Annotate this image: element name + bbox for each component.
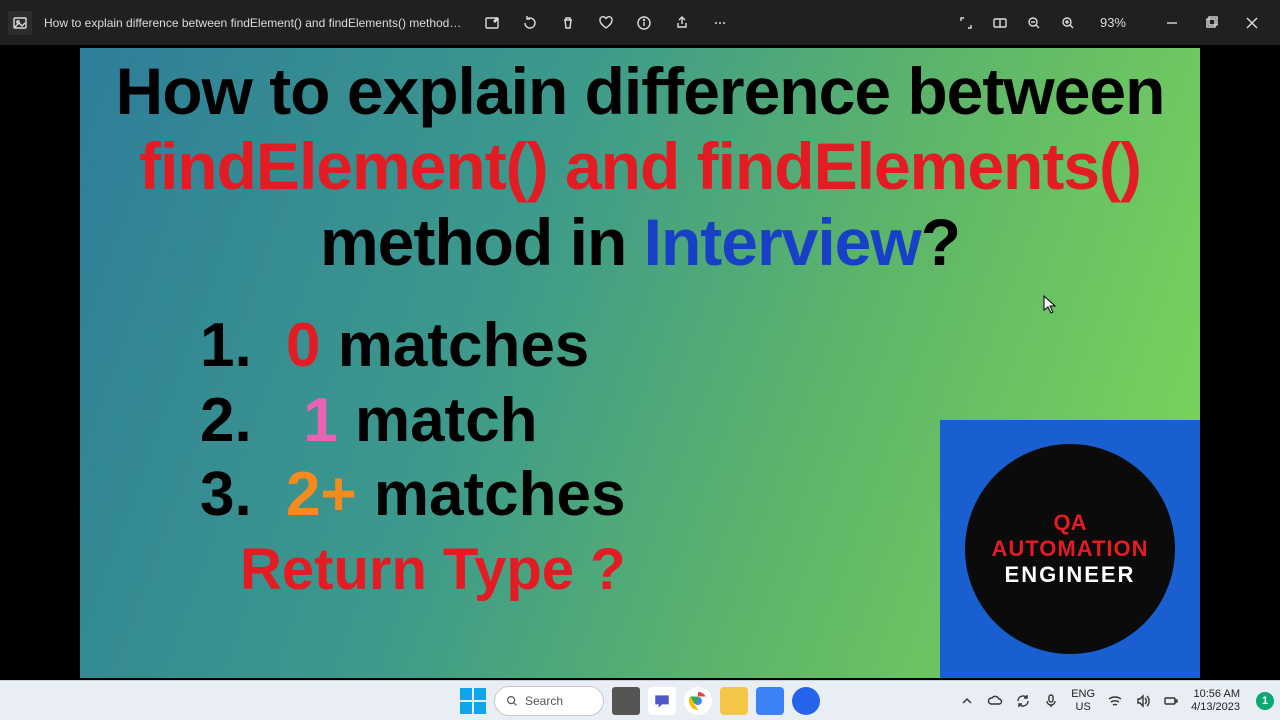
badge-line1: QA [1054, 510, 1087, 536]
window-title: How to explain difference between findEl… [44, 16, 464, 30]
badge-circle: QA AUTOMATION ENGINEER [965, 444, 1175, 654]
list-text: 1 match [286, 384, 538, 458]
notification-badge[interactable]: 1 [1256, 692, 1274, 710]
list-number: 2. [200, 384, 260, 458]
badge-box: QA AUTOMATION ENGINEER [940, 420, 1200, 678]
filmstrip-icon[interactable] [992, 15, 1008, 31]
taskbar-center: Search [460, 686, 820, 716]
zoom-out-icon[interactable] [1026, 15, 1042, 31]
wifi-icon[interactable] [1107, 693, 1123, 709]
zoom-app-icon[interactable] [792, 687, 820, 715]
search-placeholder: Search [525, 694, 563, 708]
list-rest: matches [320, 311, 589, 380]
slide-content: How to explain difference between findEl… [80, 48, 1200, 678]
maximize-icon [1204, 15, 1220, 31]
zoom-percentage: 93% [1100, 15, 1126, 30]
heading-line3: method in Interview? [80, 205, 1200, 281]
taskbar-search[interactable]: Search [494, 686, 604, 716]
heading-part3c: ? [921, 205, 960, 279]
minimize-button[interactable] [1152, 9, 1192, 37]
heading-part3a: method in [320, 205, 644, 279]
list-number: 3. [200, 458, 260, 532]
volume-icon[interactable] [1135, 693, 1151, 709]
close-icon [1244, 15, 1260, 31]
heading-line1: How to explain difference between [80, 54, 1200, 130]
taskview-icon[interactable] [612, 687, 640, 715]
list-text: 2+ matches [286, 458, 626, 532]
titlebar-center-tools [484, 15, 728, 31]
photos-app-icon[interactable] [756, 687, 784, 715]
chat-icon[interactable] [648, 687, 676, 715]
list-rest: matches [357, 460, 626, 529]
language-indicator[interactable]: ENG US [1071, 688, 1095, 712]
close-button[interactable] [1232, 9, 1272, 37]
chevron-up-icon[interactable] [959, 693, 975, 709]
list-item: 1. 0 matches [200, 309, 1200, 383]
clock-date: 4/13/2023 [1191, 701, 1240, 713]
sync-icon[interactable] [1015, 693, 1031, 709]
slide-heading: How to explain difference between findEl… [80, 48, 1200, 282]
search-icon [505, 694, 519, 708]
taskbar: Search ENG US 10:56 AM 4/13/2023 1 [0, 680, 1280, 720]
list-rest: match [338, 386, 538, 455]
list-number: 1. [200, 309, 260, 383]
delete-icon[interactable] [560, 15, 576, 31]
list-text: 0 matches [286, 309, 589, 383]
more-icon[interactable] [712, 15, 728, 31]
clock[interactable]: 10:56 AM 4/13/2023 [1191, 688, 1240, 712]
clock-time: 10:56 AM [1191, 688, 1240, 700]
chrome-icon[interactable] [684, 687, 712, 715]
zoom-in-icon[interactable] [1060, 15, 1076, 31]
titlebar-right-tools: 93% [958, 15, 1132, 31]
battery-icon[interactable] [1163, 693, 1179, 709]
share-icon[interactable] [674, 15, 690, 31]
minimize-icon [1164, 15, 1180, 31]
app-icon [8, 11, 32, 35]
heading-line2: findElement() and findElements() [80, 129, 1200, 205]
onedrive-icon[interactable] [987, 693, 1003, 709]
maximize-button[interactable] [1192, 9, 1232, 37]
list-accent: 1 [303, 386, 337, 455]
badge-line2: AUTOMATION [991, 536, 1148, 562]
lang-line2: US [1071, 701, 1095, 713]
system-tray: ENG US 10:56 AM 4/13/2023 1 [959, 688, 1280, 712]
favorite-icon[interactable] [598, 15, 614, 31]
image-icon [12, 15, 28, 31]
mic-icon[interactable] [1043, 693, 1059, 709]
window-controls [1152, 9, 1272, 37]
image-viewport[interactable]: How to explain difference between findEl… [0, 45, 1280, 680]
rotate-icon[interactable] [522, 15, 538, 31]
list-accent: 0 [286, 311, 320, 380]
photos-titlebar: How to explain difference between findEl… [0, 0, 1280, 45]
edit-icon[interactable] [484, 15, 500, 31]
info-icon[interactable] [636, 15, 652, 31]
list-accent: 2+ [286, 460, 357, 529]
heading-part3b: Interview [644, 205, 921, 279]
badge-line3: ENGINEER [1005, 562, 1136, 588]
start-button[interactable] [460, 688, 486, 714]
fullscreen-icon[interactable] [958, 15, 974, 31]
lang-line1: ENG [1071, 688, 1095, 700]
file-explorer-icon[interactable] [720, 687, 748, 715]
